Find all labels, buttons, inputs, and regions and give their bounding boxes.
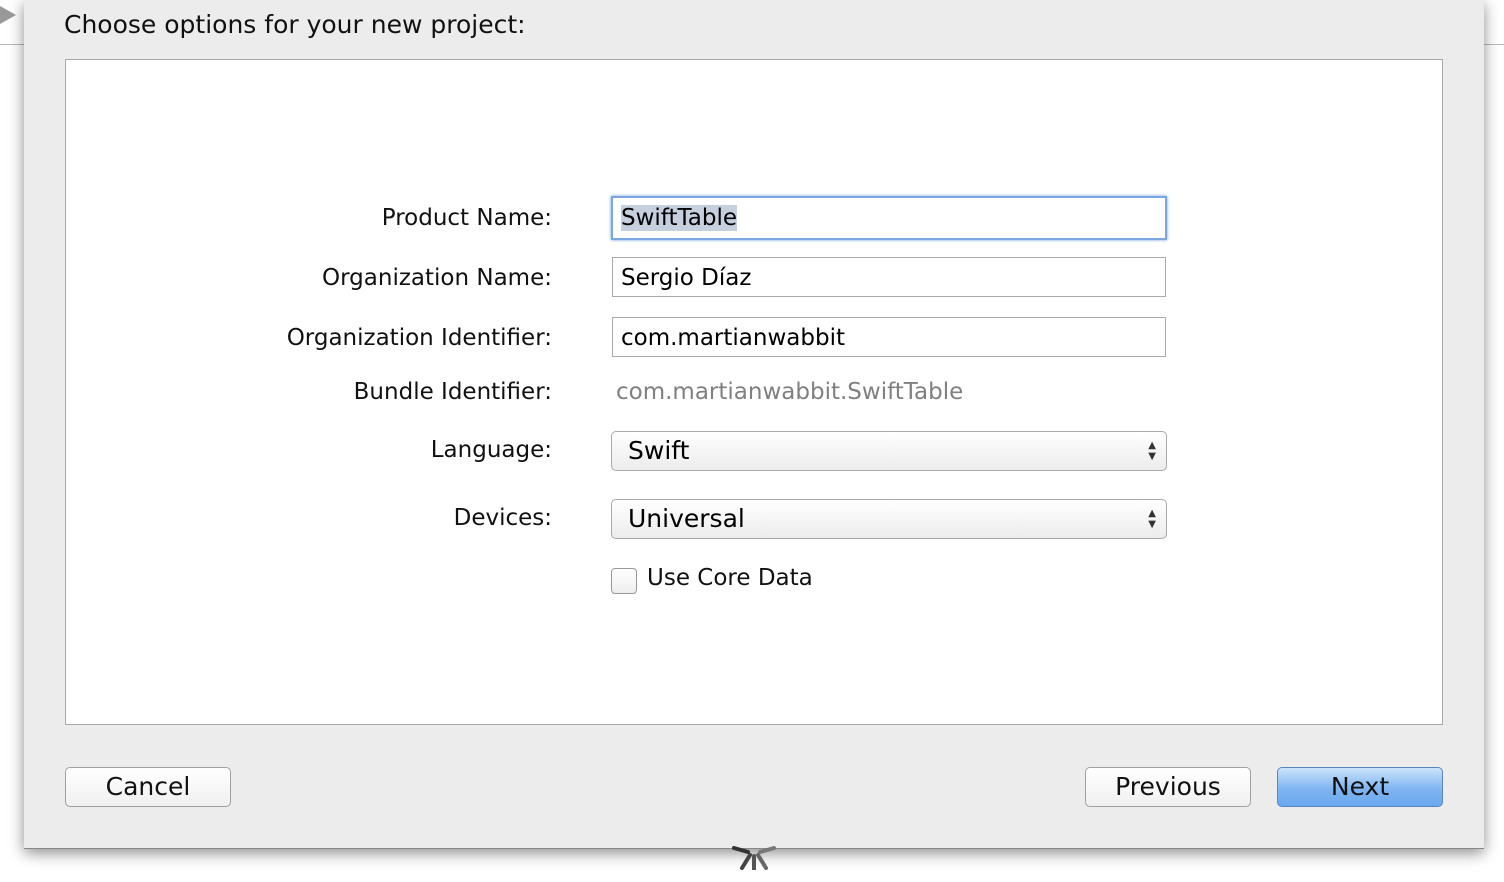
language-label: Language: — [430, 437, 552, 463]
bundle-identifier-value: com.martianwabbit.SwiftTable — [616, 379, 964, 405]
organization-identifier-label: Organization Identifier: — [286, 325, 552, 351]
bundle-identifier-label: Bundle Identifier: — [353, 379, 552, 405]
organization-name-field[interactable]: Sergio Díaz — [612, 257, 1166, 297]
new-project-sheet: Choose options for your new project: Pro… — [24, 0, 1484, 849]
divider — [1484, 44, 1504, 45]
previous-button[interactable]: Previous — [1085, 767, 1251, 807]
organization-identifier-field[interactable]: com.martianwabbit — [612, 317, 1166, 357]
organization-name-label: Organization Name: — [322, 265, 552, 291]
progress-spinner-icon — [732, 846, 776, 870]
language-value: Swift — [628, 436, 690, 465]
disclosure-triangle-icon[interactable] — [0, 6, 16, 24]
divider — [0, 44, 24, 45]
sheet-title: Choose options for your new project: — [64, 10, 526, 39]
cancel-button[interactable]: Cancel — [65, 767, 231, 807]
selected-text: SwiftTable — [621, 205, 737, 231]
up-down-arrows-icon: ▲ ▼ — [1148, 440, 1156, 462]
options-panel: Product Name: SwiftTable Organization Na… — [65, 59, 1443, 725]
use-core-data-label[interactable]: Use Core Data — [647, 565, 813, 591]
use-core-data-checkbox[interactable] — [611, 568, 637, 594]
product-name-label: Product Name: — [381, 205, 552, 231]
product-name-field[interactable]: SwiftTable — [611, 196, 1167, 240]
language-popup[interactable]: Swift ▲ ▼ — [611, 431, 1167, 471]
devices-label: Devices: — [453, 505, 552, 531]
devices-popup[interactable]: Universal ▲ ▼ — [611, 499, 1167, 539]
devices-value: Universal — [628, 504, 745, 533]
up-down-arrows-icon: ▲ ▼ — [1148, 508, 1156, 530]
next-button[interactable]: Next — [1277, 767, 1443, 807]
